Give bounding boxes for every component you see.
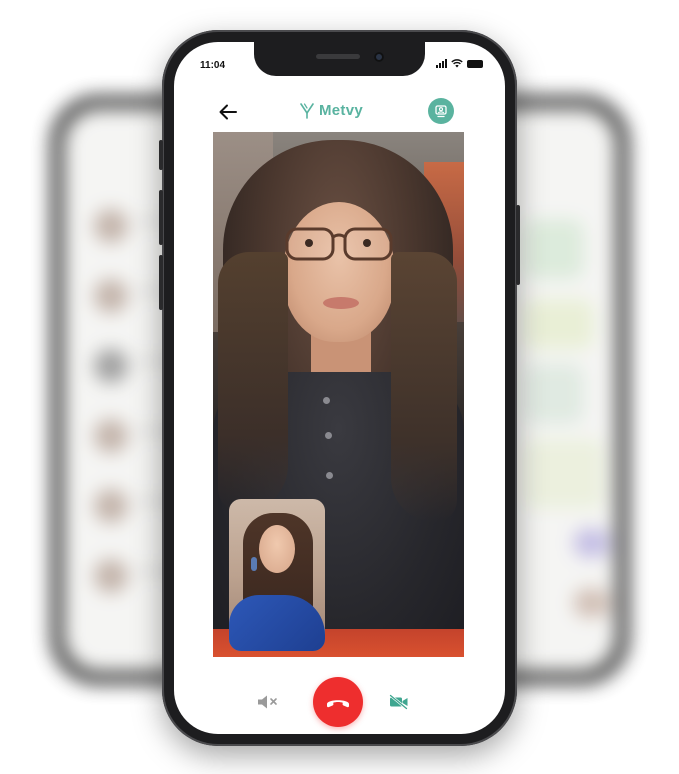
battery-icon [467, 59, 483, 68]
status-time: 11:04 [200, 60, 226, 71]
brand-name: Metvy [319, 102, 364, 119]
phone-frame: 11:04 Metvy [159, 30, 520, 746]
phone-screen: 11:04 Metvy [174, 42, 505, 734]
notch [254, 42, 425, 76]
glasses [285, 227, 393, 261]
back-button[interactable] [216, 100, 240, 124]
mute-button[interactable] [256, 691, 282, 713]
metvy-logo-icon [300, 102, 314, 119]
call-header: Metvy [174, 94, 505, 130]
status-icons [436, 59, 483, 68]
end-call-button[interactable] [313, 677, 363, 727]
local-participant-preview[interactable] [229, 499, 325, 651]
speaker-mute-icon [258, 695, 277, 709]
video-toggle-button[interactable] [387, 691, 411, 713]
arrow-left-icon [219, 104, 237, 120]
profile-button[interactable] [428, 98, 454, 124]
wifi-icon [451, 59, 463, 68]
signal-icon [436, 59, 447, 68]
phone-hangup-icon [327, 700, 349, 708]
user-badge-icon [435, 105, 447, 118]
call-controls [174, 677, 505, 727]
brand: Metvy [300, 102, 363, 119]
front-camera [374, 52, 384, 62]
speaker-grille [316, 54, 360, 59]
video-off-icon [389, 694, 408, 710]
